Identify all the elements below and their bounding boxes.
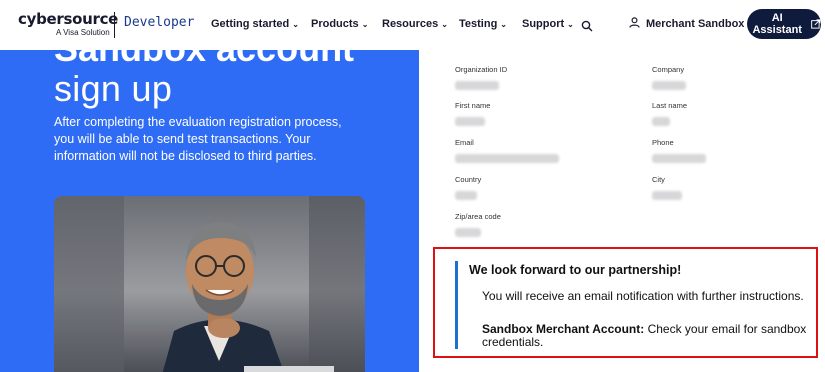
hero-title: sign up	[54, 68, 173, 109]
field-label: Last name	[652, 101, 688, 110]
field-value-blurred	[652, 154, 706, 163]
field-country: Country	[455, 175, 565, 200]
message-email-notice: You will receive an email notification w…	[482, 289, 804, 303]
field-value-blurred	[652, 117, 670, 126]
field-label: City	[652, 175, 665, 184]
user-icon	[629, 17, 640, 28]
field-email: Email	[455, 138, 595, 163]
field-label: Organization ID	[455, 65, 508, 74]
hero-photo	[54, 196, 365, 372]
logo-divider	[114, 12, 115, 38]
confirmation-message-highlight: We look forward to our partnership! You …	[433, 247, 818, 358]
ai-assistant-button[interactable]: AI Assistant	[747, 9, 821, 39]
field-label: Zip/area code	[455, 212, 501, 221]
chevron-down-icon: ⌄	[292, 20, 299, 29]
search-icon[interactable]	[581, 20, 593, 32]
logo-tagline: A Visa Solution	[56, 28, 110, 37]
field-value-blurred	[652, 81, 686, 90]
nav-getting-started[interactable]: Getting started ⌄	[211, 18, 299, 30]
field-label: Email	[455, 138, 474, 147]
chevron-down-icon: ⌄	[441, 20, 448, 29]
cybersource-logo[interactable]: cybersource A Visa Solution	[18, 10, 119, 38]
field-value-blurred	[455, 154, 559, 163]
message-accent-bar	[455, 261, 458, 349]
chevron-down-icon: ⌄	[500, 20, 507, 29]
nav-support[interactable]: Support ⌄	[522, 18, 574, 30]
field-company: Company	[652, 65, 762, 90]
merchant-sandbox-label: Merchant Sandbox	[646, 18, 745, 30]
nav-label: Products	[311, 18, 359, 30]
nav-label: Testing	[459, 18, 498, 30]
nav-testing[interactable]: Testing ⌄	[459, 18, 507, 30]
field-organization-id: Organization ID	[455, 65, 565, 90]
field-value-blurred	[455, 228, 481, 237]
merchant-sandbox-link[interactable]: Merchant Sandbox	[629, 17, 744, 30]
field-value-blurred	[455, 81, 499, 90]
field-label: First name	[455, 101, 491, 110]
hero-panel: Sandbox account sign up After completing…	[0, 50, 419, 372]
field-value-blurred	[455, 191, 477, 200]
field-value-blurred	[652, 191, 682, 200]
smiling-man-image	[54, 196, 365, 372]
hero-title-line1: Sandbox account	[54, 50, 354, 70]
field-phone: Phone	[652, 138, 762, 163]
developer-label[interactable]: Developer	[124, 15, 194, 30]
field-first-name: First name	[455, 101, 565, 126]
message-sandbox-label: Sandbox Merchant Account:	[482, 322, 645, 336]
nav-label: Resources	[382, 18, 439, 30]
nav-products[interactable]: Products ⌄	[311, 18, 368, 30]
field-label: Phone	[652, 138, 674, 147]
hero-description: After completing the evaluation registra…	[54, 115, 342, 163]
message-sandbox-credentials: Sandbox Merchant Account: Check your ema…	[482, 323, 812, 349]
external-link-icon	[811, 19, 821, 29]
field-zip-code: Zip/area code	[455, 212, 565, 237]
nav-label: Getting started	[211, 18, 290, 30]
nav-label: Support	[522, 18, 565, 30]
field-city: City	[652, 175, 762, 200]
field-value-blurred	[455, 117, 485, 126]
field-label: Company	[652, 65, 685, 74]
top-nav-bar: cybersource A Visa Solution Developer Ge…	[0, 0, 825, 50]
logo-wordmark: cybersource	[18, 10, 119, 28]
chevron-down-icon: ⌄	[361, 20, 369, 29]
chevron-down-icon: ⌄	[567, 20, 574, 29]
message-title: We look forward to our partnership!	[469, 263, 682, 277]
ai-assistant-label: AI Assistant	[752, 12, 802, 36]
nav-resources[interactable]: Resources ⌄	[382, 18, 448, 30]
field-label: Country	[455, 175, 482, 184]
field-last-name: Last name	[652, 101, 762, 126]
